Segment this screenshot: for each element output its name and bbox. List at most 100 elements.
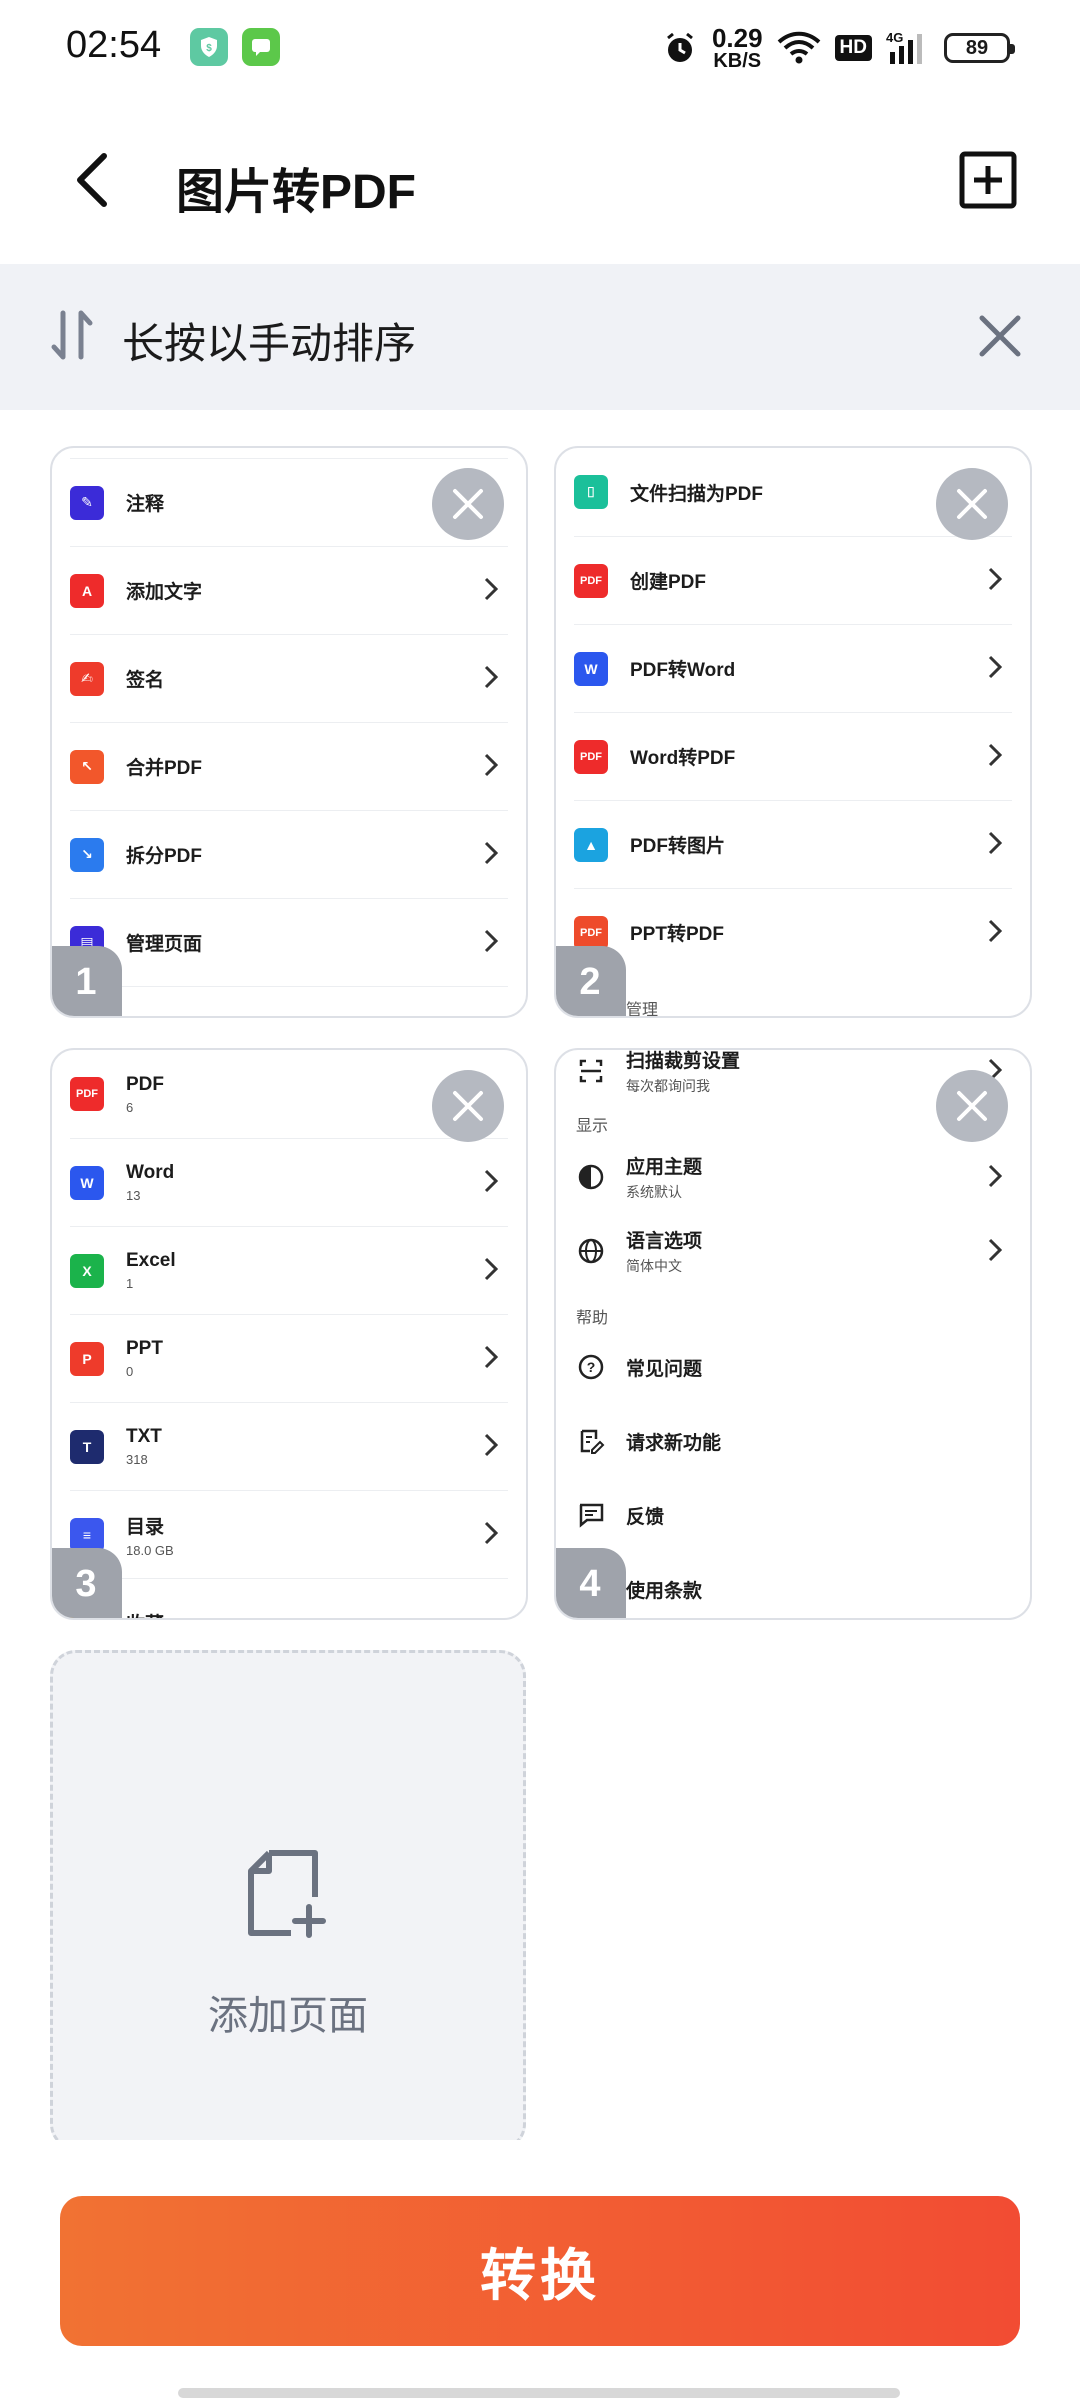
add-square-icon <box>959 151 1017 209</box>
chevron-right-icon <box>988 831 1002 855</box>
chevron-right-icon <box>988 743 1002 767</box>
chevron-right-icon <box>484 1257 498 1281</box>
add-text-icon: A <box>70 573 104 608</box>
remove-page-button[interactable] <box>432 468 504 540</box>
page-number-badge: 4 <box>556 1548 626 1618</box>
page-thumbnail-2[interactable]: ⌷ 文件扫描为PDF PDF 创建PDF W PDF转Word PDF Word… <box>554 446 1032 1018</box>
setting-label: 扫描裁剪设置 <box>626 1051 741 1072</box>
page-thumbnail-1[interactable]: ✎ 注释 A 添加文字 ✍ 签名 ↖ 合并PDF ↘ 拆分PDF ▤ 管理页面 <box>50 446 528 1018</box>
list-item: W Word 13 <box>70 1138 508 1226</box>
list-item: W PDF转Word <box>574 624 1012 712</box>
item-label: 添加文字 <box>126 582 203 603</box>
page-thumbnail-3[interactable]: PDF PDF 6 W Word 13 X Excel 1 P PPT 0 T TXT 3… <box>50 1048 528 1620</box>
setting-label: 常见问题 <box>626 1358 703 1380</box>
status-bar: 02:54 $ 0.29 KB/S HD 4G 89 <box>0 0 1080 100</box>
list-item: PDF Word转PDF <box>574 712 1012 800</box>
list-item: ✍ 签名 <box>70 634 508 722</box>
edit-note-icon <box>574 1424 608 1458</box>
item-label: 管理页面 <box>126 934 203 955</box>
close-icon <box>979 315 1021 357</box>
chevron-right-icon <box>484 841 498 865</box>
item-label: 注释 <box>126 494 165 515</box>
back-arrow-icon <box>77 153 107 207</box>
add-image-button[interactable] <box>958 150 1018 210</box>
convert-button[interactable]: 转换 <box>60 2196 1020 2346</box>
create-pdf-icon: PDF <box>574 563 608 598</box>
gesture-nav-bar[interactable] <box>178 2388 900 2398</box>
chevron-right-icon <box>484 1345 498 1369</box>
settings-row: 反馈 <box>574 1480 1012 1550</box>
settings-row: 应用主题 系统默认 <box>574 1142 1012 1212</box>
chevron-right-icon <box>988 655 1002 679</box>
globe-icon <box>574 1234 608 1268</box>
wifi-icon <box>777 31 820 64</box>
item-count: 318 <box>126 1452 148 1467</box>
hd-badge: HD <box>834 35 872 61</box>
status-time: 02:54 <box>66 24 162 66</box>
message-app-icon <box>242 28 280 66</box>
page-number-badge: 3 <box>52 1548 122 1618</box>
setting-value: 每次都询问我 <box>626 1078 710 1094</box>
page-thumbnail-4[interactable]: 扫描裁剪设置 每次都询问我 显示 应用主题 系统默认 语言选项 简体中文 帮助 ? 常… <box>554 1048 1032 1620</box>
item-label: Excel <box>126 1250 176 1271</box>
list-item: P PPT 0 <box>70 1314 508 1402</box>
item-count: 6 <box>126 1099 134 1115</box>
item-label: Word转PDF <box>630 748 736 769</box>
scan-icon: ⌷ <box>574 475 608 509</box>
merge-icon: ↖ <box>70 749 104 784</box>
settings-row: 使用条款 <box>574 1554 1012 1618</box>
net-speed-value: 0.29 <box>711 23 763 53</box>
battery-level: 89 <box>965 36 989 59</box>
item-label: 创建PDF <box>630 572 707 593</box>
item-size: 18.0 GB <box>126 1542 174 1558</box>
excel-file-icon: X <box>70 1253 104 1288</box>
split-icon: ↘ <box>70 837 104 872</box>
net-speed: 0.29 KB/S <box>712 25 763 71</box>
item-label: PPT <box>126 1338 163 1359</box>
add-page-card[interactable]: 添加页面 <box>50 1650 526 2150</box>
annotate-icon: ✎ <box>70 485 104 520</box>
pdf-to-word-icon: W <box>574 651 608 686</box>
security-app-icon: $ <box>190 28 228 66</box>
setting-label: 使用条款 <box>626 1580 703 1602</box>
page-number-badge: 2 <box>556 946 626 1016</box>
app-header: 图片转PDF <box>0 130 1080 230</box>
chevron-right-icon <box>988 567 1002 591</box>
item-label: PDF转Word <box>630 660 736 681</box>
chevron-right-icon <box>484 1433 498 1457</box>
svg-text:?: ? <box>587 1359 596 1375</box>
pdf-to-image-icon: ▲ <box>574 827 608 862</box>
list-item: ↖ 合并PDF <box>70 722 508 810</box>
item-label: 文件扫描为PDF <box>630 483 764 505</box>
remove-page-button[interactable] <box>432 1070 504 1142</box>
section-title-display: 显示 <box>576 1118 609 1135</box>
list-item: T TXT 318 <box>70 1402 508 1490</box>
page-title: 图片转PDF <box>176 166 417 219</box>
item-label: PDF <box>126 1073 164 1095</box>
list-item: ↘ 拆分PDF <box>70 810 508 898</box>
close-icon <box>453 1091 483 1121</box>
settings-row: 请求新功能 <box>574 1406 1012 1476</box>
list-item <box>70 986 508 1016</box>
ppt-file-icon: P <box>70 1341 104 1376</box>
remove-page-button[interactable] <box>936 1070 1008 1142</box>
item-label: 收藏 <box>126 1609 164 1618</box>
list-item: ★ 收藏 <box>70 1578 508 1618</box>
alarm-icon <box>667 32 693 62</box>
back-button[interactable] <box>62 148 122 212</box>
remove-page-button[interactable] <box>936 468 1008 540</box>
dismiss-banner-button[interactable] <box>972 308 1028 364</box>
add-page-icon <box>248 1850 326 1938</box>
battery-indicator: 89 <box>944 33 1015 63</box>
item-count: 0 <box>126 1364 134 1379</box>
setting-label: 应用主题 <box>626 1157 703 1178</box>
list-item: PDF 创建PDF <box>574 536 1012 624</box>
setting-label: 请求新功能 <box>626 1432 722 1454</box>
settings-row: ? 常见问题 <box>574 1332 1012 1402</box>
item-label: 合并PDF <box>126 758 203 779</box>
chevron-right-icon <box>484 753 498 777</box>
svg-text:4G: 4G <box>886 30 903 45</box>
chevron-right-icon <box>484 1169 498 1193</box>
feedback-icon <box>574 1498 608 1532</box>
item-label: PDF转图片 <box>630 836 726 857</box>
